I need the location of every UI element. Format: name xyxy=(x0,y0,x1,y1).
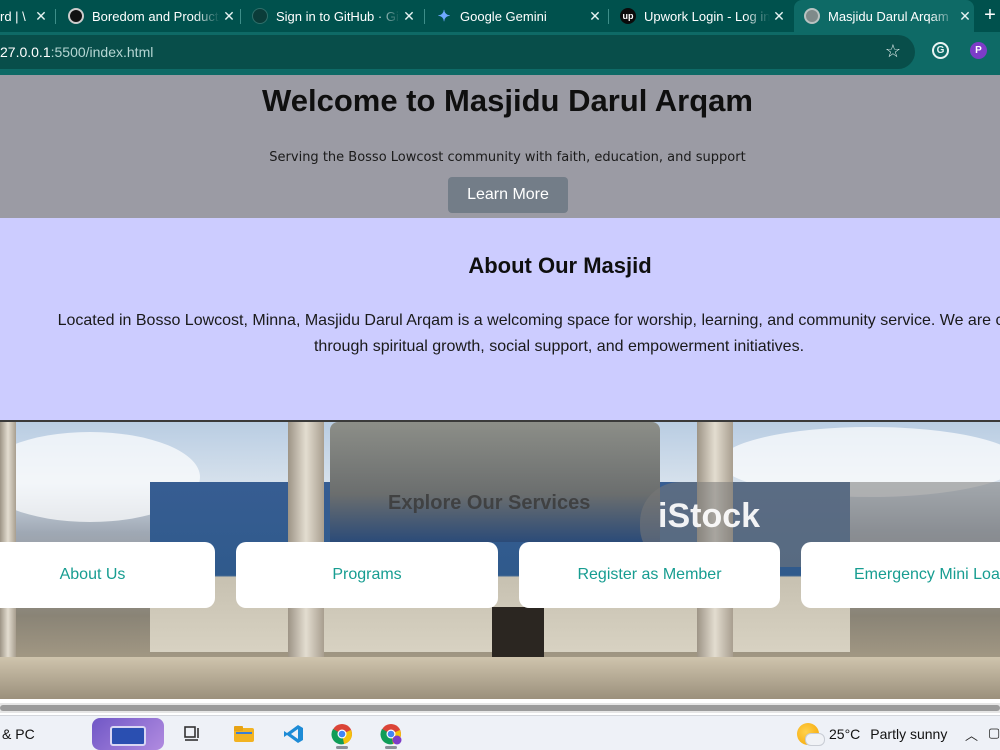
close-icon[interactable]: ✕ xyxy=(586,8,604,25)
hero-section: Welcome to Masjidu Darul Arqam Serving t… xyxy=(0,75,1000,218)
chatgpt-icon xyxy=(68,8,84,24)
learn-more-button[interactable]: Learn More xyxy=(448,177,568,213)
hero-title: Welcome to Masjidu Darul Arqam xyxy=(262,83,753,118)
task-view-icon[interactable] xyxy=(173,719,213,749)
chrome-profile-icon[interactable] xyxy=(371,719,411,749)
tab-6-active[interactable]: Masjidu Darul Arqam ✕ xyxy=(794,0,974,32)
tab-title: Upwork Login - Log in xyxy=(644,8,770,24)
mosque-dome-image xyxy=(330,422,660,542)
programs-button[interactable]: Programs xyxy=(236,542,498,608)
profile-avatar-icon[interactable]: P xyxy=(970,42,987,59)
upwork-icon: up xyxy=(620,8,636,24)
weather-temp: 25°C xyxy=(829,726,861,742)
windows-taskbar: & PC 25°C Partly sunny ︿ ▢ xyxy=(0,715,1000,750)
tab-title: rd | \ xyxy=(0,8,26,24)
mosque-door-image xyxy=(492,607,544,662)
browser-tab-bar: rd | \ ✕ Boredom and Productivity ✕ Sign… xyxy=(0,0,1000,32)
tab-3[interactable]: Sign in to GitHub · GitHub ✕ xyxy=(246,0,418,32)
close-icon[interactable]: ✕ xyxy=(220,8,238,25)
tab-title: Boredom and Productivity xyxy=(92,8,220,24)
globe-icon xyxy=(804,8,820,24)
about-line-2: through spiritual growth, social support… xyxy=(313,338,805,355)
scrollbar-thumb[interactable] xyxy=(0,705,1000,711)
horizontal-scrollbar[interactable] xyxy=(0,703,1000,713)
emergency-loan-button[interactable]: Emergency Mini Loa xyxy=(801,542,1000,608)
vscode-icon[interactable] xyxy=(273,719,313,749)
weather-widget[interactable]: 25°C Partly sunny xyxy=(797,723,948,746)
about-heading: About Our Masjid xyxy=(468,253,652,278)
page-viewport: Welcome to Masjidu Darul Arqam Serving t… xyxy=(0,75,1000,715)
tab-title: Sign in to GitHub · GitHub xyxy=(276,8,400,24)
bookmark-star-icon[interactable]: ☆ xyxy=(885,41,901,62)
about-us-button[interactable]: About Us xyxy=(0,542,215,608)
new-tab-button[interactable]: + xyxy=(980,0,1000,32)
close-icon[interactable]: ✕ xyxy=(32,8,50,25)
about-paragraph: Located in Bosso Lowcost, Minna, Masjidu… xyxy=(0,308,1000,360)
tab-4[interactable]: ✦ Google Gemini ✕ xyxy=(430,0,604,32)
tab-title: Google Gemini xyxy=(460,8,547,24)
about-section: About Our Masjid Located in Bosso Lowcos… xyxy=(0,218,1000,422)
partly-sunny-icon xyxy=(797,723,825,746)
system-tray-icon[interactable]: ▢ xyxy=(988,725,1000,741)
chrome-icon[interactable] xyxy=(322,719,362,749)
url-text[interactable]: 27.0.0.1:5500/index.html xyxy=(0,44,153,60)
taskbar-label: & PC xyxy=(2,726,35,742)
istock-watermark: iStock xyxy=(658,497,761,535)
gemini-sparkle-icon: ✦ xyxy=(437,8,451,25)
close-icon[interactable]: ✕ xyxy=(400,8,418,25)
about-line-1: Located in Bosso Lowcost, Minna, Masjidu… xyxy=(57,312,1000,329)
chevron-up-icon[interactable]: ︿ xyxy=(965,725,978,744)
tab-1[interactable]: rd | \ ✕ xyxy=(0,0,50,32)
hero-subtitle: Serving the Bosso Lowcost community with… xyxy=(269,150,746,165)
file-explorer-icon[interactable] xyxy=(224,719,264,749)
tab-2[interactable]: Boredom and Productivity ✕ xyxy=(62,0,238,32)
close-icon[interactable]: ✕ xyxy=(956,8,974,25)
widgets-icon[interactable] xyxy=(92,718,164,750)
services-heading: Explore Our Services xyxy=(388,492,591,514)
tab-title: Masjidu Darul Arqam xyxy=(828,8,949,24)
browser-toolbar: 27.0.0.1:5500/index.html ☆ xyxy=(0,32,1000,75)
pavement-image xyxy=(0,657,1000,699)
tab-5[interactable]: up Upwork Login - Log in ✕ xyxy=(614,0,788,32)
address-bar[interactable]: 27.0.0.1:5500/index.html ☆ xyxy=(0,35,915,69)
close-icon[interactable]: ✕ xyxy=(770,8,788,25)
weather-desc: Partly sunny xyxy=(870,726,948,742)
services-section: iStock Explore Our Services About Us Pro… xyxy=(0,422,1000,699)
register-member-button[interactable]: Register as Member xyxy=(519,542,780,608)
github-icon xyxy=(252,8,268,24)
grammarly-extension-icon[interactable]: G xyxy=(932,42,949,59)
